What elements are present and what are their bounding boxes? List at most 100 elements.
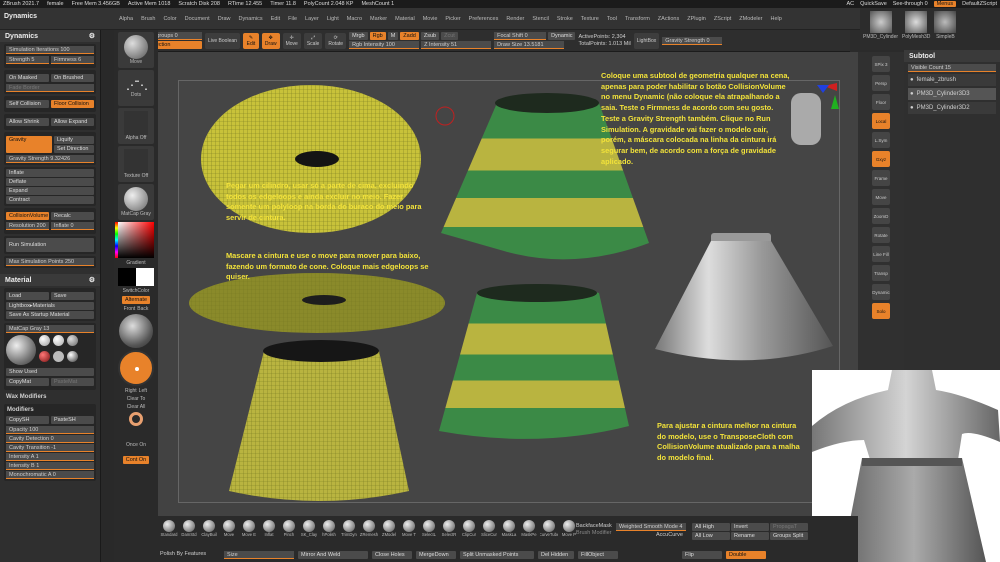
inflate-slider[interactable]: Inflate 0 — [51, 222, 94, 230]
split-unmasked-button[interactable]: Split Unmasked Points — [460, 551, 534, 559]
wax-modifiers-label[interactable]: Wax Modifiers — [0, 392, 100, 402]
invert-button[interactable]: Invert — [731, 523, 769, 531]
allow-shrink-button[interactable]: Allow Shrink — [6, 118, 49, 126]
brush-inflat[interactable]: Inflat — [260, 520, 278, 538]
ac-label[interactable]: AC — [847, 1, 855, 7]
skinshade-sphere[interactable] — [39, 335, 50, 346]
secondary-color[interactable] — [136, 268, 154, 286]
clear-to-button[interactable]: Clear To — [127, 396, 146, 402]
right-shelf-frame-button[interactable]: Frame — [872, 170, 890, 186]
m-button[interactable]: M — [387, 32, 399, 40]
navigation-head[interactable] — [791, 93, 821, 145]
allow-expand-button[interactable]: Allow Expand — [51, 118, 94, 126]
propagate-button[interactable]: PropagaT — [770, 523, 808, 531]
menu-stencil[interactable]: Stencil — [530, 16, 551, 22]
switchcolor-button[interactable]: SwitchColor — [123, 288, 150, 294]
brush-hpolish[interactable]: hPolish — [320, 520, 338, 538]
menu-brush[interactable]: Brush — [139, 16, 157, 22]
menu-zmodeler[interactable]: ZModeler — [737, 16, 764, 22]
all-low-button[interactable]: All Low — [692, 532, 730, 540]
brush-pinch[interactable]: Pinch — [280, 520, 298, 538]
resolution-slider[interactable]: Resolution 200 — [6, 222, 49, 230]
right-shelf-l-sym-button[interactable]: L.Sym — [872, 132, 890, 148]
subtool-item[interactable]: ● PM3D_Cylinder3D2 — [908, 102, 996, 114]
opacity-slider[interactable]: Opacity 100 — [6, 426, 94, 434]
deflate-button[interactable]: Deflate — [6, 178, 94, 186]
menu-macro[interactable]: Macro — [345, 16, 364, 22]
once-on-button[interactable]: Once On — [126, 442, 146, 448]
contract-button[interactable]: Contract — [6, 196, 94, 204]
flat-color-sphere[interactable] — [53, 351, 64, 362]
menu-preferences[interactable]: Preferences — [467, 16, 501, 22]
brush-selector[interactable]: Move — [118, 32, 154, 68]
menu-picker[interactable]: Picker — [443, 16, 462, 22]
gear-icon[interactable]: ⚙ — [89, 276, 95, 284]
visible-count-slider[interactable]: Visible Count 15 — [908, 64, 996, 72]
subtool-item[interactable]: ● PM3D_Cylinder3D3 — [908, 88, 996, 100]
menu-transform[interactable]: Transform — [623, 16, 652, 22]
save-button[interactable]: Save — [51, 292, 94, 300]
right-shelf-transp-button[interactable]: Transp — [872, 265, 890, 281]
lightbox-button[interactable]: LightBox — [633, 32, 660, 49]
seethrough-slider[interactable]: See-through 0 — [893, 1, 928, 7]
firmness-slider[interactable]: Firmness 6 — [51, 56, 94, 64]
brush-move-t[interactable]: Move T — [400, 520, 418, 538]
merge-down-button[interactable]: MergeDown — [416, 551, 456, 559]
menu-material[interactable]: Material — [393, 16, 417, 22]
save-startup-material-button[interactable]: Save As Startup Material — [6, 311, 94, 319]
menu-movie[interactable]: Movie — [421, 16, 440, 22]
chalk-sphere[interactable] — [53, 335, 64, 346]
rgb-intensity-slider[interactable]: Rgb Intensity 100 — [349, 41, 420, 49]
dynamic-button[interactable]: Dynamic — [548, 32, 576, 40]
light-handle[interactable] — [135, 367, 139, 371]
right-shelf-line-fill-button[interactable]: Line Fill — [872, 246, 890, 262]
intensity-b-slider[interactable]: Intensity B 1 — [6, 462, 94, 470]
brush-clipcur[interactable]: ClipCur — [460, 520, 478, 538]
groups-split-button[interactable]: Groups Split — [770, 532, 808, 540]
polish-features-button[interactable]: Polish By Features — [160, 551, 220, 559]
menu-stroke[interactable]: Stroke — [555, 16, 575, 22]
gradient-label[interactable]: Gradient — [126, 260, 145, 266]
matcap-sphere[interactable] — [67, 335, 78, 346]
zadd-button[interactable]: Zadd — [400, 32, 419, 40]
gravity-strength-top-slider[interactable]: Gravity Strength 0 — [662, 36, 723, 45]
back-button[interactable]: Back — [137, 306, 148, 312]
light-sphere[interactable] — [119, 314, 153, 348]
right-shelf-zoomd-button[interactable]: ZoomD — [872, 208, 890, 224]
menu-draw[interactable]: Draw — [216, 16, 233, 22]
rename-button[interactable]: Rename — [731, 532, 769, 540]
front-button[interactable]: Front — [124, 306, 136, 312]
monochromatic-slider[interactable]: Monochromatic A 0 — [6, 471, 94, 479]
dynamics-header[interactable]: Dynamics ⚙ — [0, 30, 100, 42]
right-shelf-persp-button[interactable]: Persp — [872, 75, 890, 91]
right-shelf-local-button[interactable]: Local — [872, 113, 890, 129]
self-collision-button[interactable]: Self Collision — [6, 100, 49, 108]
draw-size-slider[interactable]: Draw Size 13.5181 — [494, 41, 565, 49]
menu-color[interactable]: Color — [161, 16, 178, 22]
floor-collision-button[interactable]: Floor Collision — [51, 100, 94, 108]
load-button[interactable]: Load — [6, 292, 49, 300]
accucurve-button[interactable]: AccuCurve — [616, 532, 686, 538]
menu-alpha[interactable]: Alpha — [117, 16, 135, 22]
weighted-smooth-slider[interactable]: Weighted Smooth Mode 4 — [616, 523, 686, 531]
fade-border-slider[interactable]: Fade Border — [6, 84, 94, 92]
texture-selector[interactable]: Texture Off — [118, 146, 154, 182]
scale-button[interactable]: ⤢ Scale — [303, 32, 323, 49]
sim-iterations-slider[interactable]: Simulation Iterations 100 — [6, 46, 94, 54]
clear-all-button[interactable]: Clear All — [127, 404, 146, 410]
move-button[interactable]: ✛ Move — [282, 32, 301, 49]
right-shelf-spix-3-button[interactable]: SPix 3 — [872, 56, 890, 72]
mrgb-button[interactable]: Mrgb — [349, 32, 368, 40]
brush-standard[interactable]: Standard — [160, 520, 178, 538]
right-shelf-gxyz-button[interactable]: Gxyz — [872, 151, 890, 167]
double-button[interactable]: Double — [726, 551, 766, 559]
inflate-button[interactable]: Inflate — [6, 169, 94, 177]
size-slider[interactable]: Size — [224, 551, 294, 559]
strength-slider[interactable]: Strength 5 — [6, 56, 49, 64]
on-brushed-button[interactable]: On Brushed — [51, 74, 94, 82]
copysh-button[interactable]: CopySH — [6, 416, 49, 424]
cylinder-thumb[interactable] — [869, 11, 892, 33]
close-holes-button[interactable]: Close Holes — [372, 551, 412, 559]
menu-texture[interactable]: Texture — [579, 16, 601, 22]
menu-marker[interactable]: Marker — [368, 16, 389, 22]
